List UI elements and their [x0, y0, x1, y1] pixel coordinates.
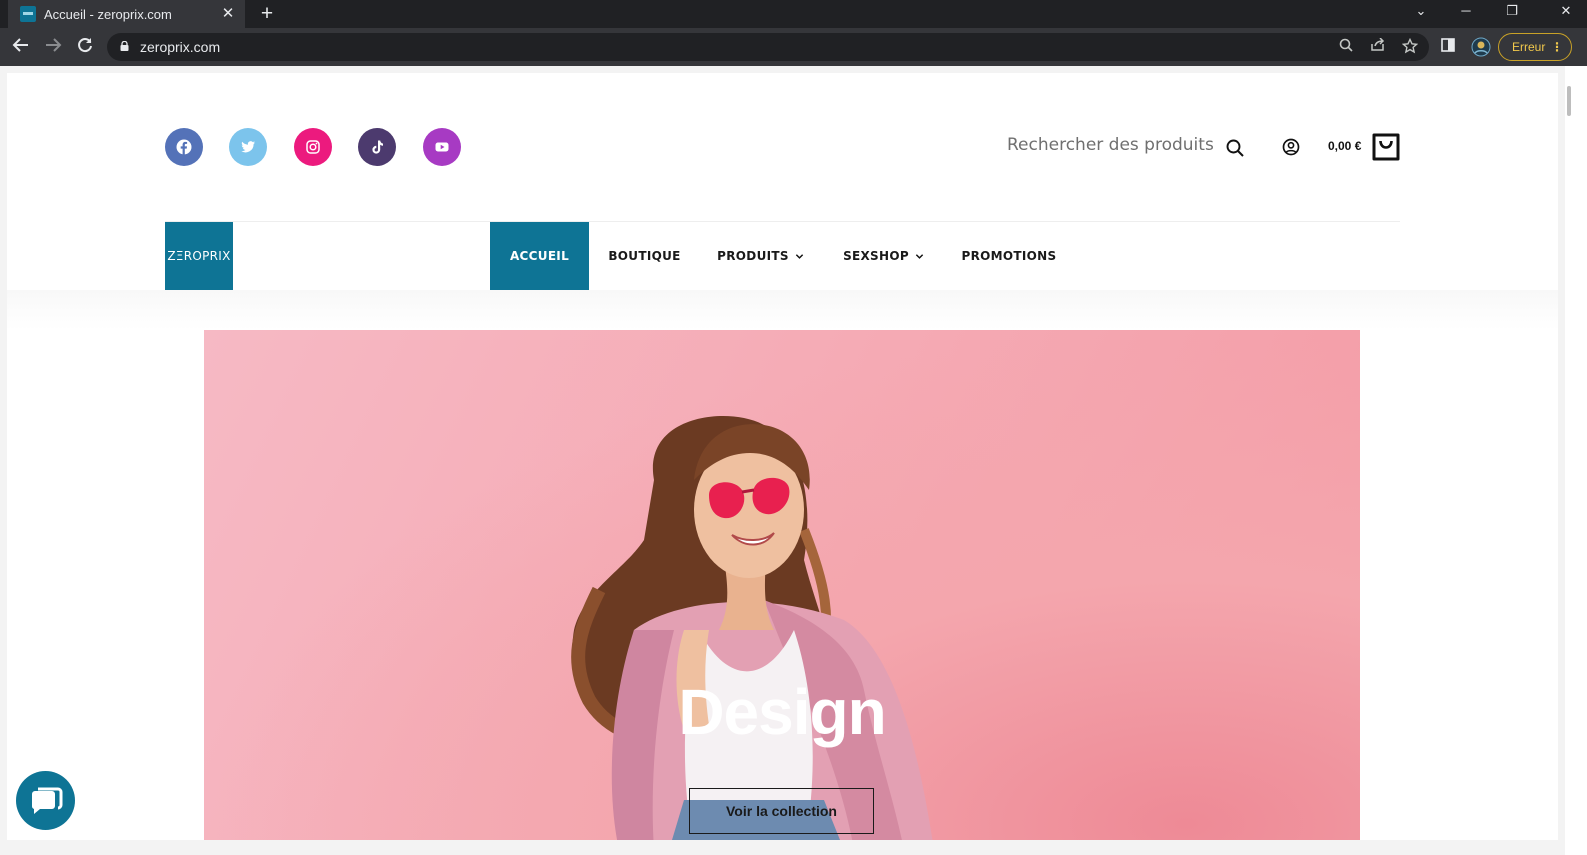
browser-menu-icon[interactable]: ⋮ — [1551, 34, 1563, 60]
menu-item-label: SEXSHOP — [843, 249, 909, 263]
user-account-icon[interactable] — [1281, 137, 1301, 157]
menu-item-produits[interactable]: PRODUITS — [711, 222, 810, 290]
zoom-search-icon[interactable] — [1336, 38, 1356, 56]
menu-item-promotions[interactable]: PROMOTIONS — [953, 222, 1065, 290]
twitter-link[interactable] — [229, 128, 267, 166]
logo-text: ZΞROPRIX — [167, 249, 231, 263]
profile-error-label: Erreur — [1512, 40, 1546, 54]
restore-button[interactable]: ❐ — [1492, 0, 1532, 24]
forward-arrow-icon — [46, 38, 62, 52]
youtube-link[interactable] — [423, 128, 461, 166]
menu-item-sexshop[interactable]: SEXSHOP — [836, 222, 931, 290]
tab-search-chevron-icon[interactable]: ⌄ — [1401, 0, 1441, 24]
menu-item-label: PROMOTIONS — [961, 249, 1057, 263]
url-text: zeroprix.com — [140, 39, 221, 55]
site-favicon-icon — [20, 6, 36, 22]
close-tab-icon[interactable]: ✕ — [219, 5, 237, 23]
hero-title: Design — [678, 676, 886, 748]
product-search-input[interactable]: Rechercher des produits — [1007, 135, 1214, 155]
menu-item-label: BOUTIQUE — [608, 249, 681, 263]
cart-total[interactable]: 0,00 € — [1328, 139, 1361, 153]
chat-bubble-icon — [31, 787, 62, 814]
new-tab-button[interactable]: + — [256, 3, 278, 25]
page-content: Rechercher des produits 0,00 € ZΞROPRIX … — [7, 73, 1558, 840]
instagram-link[interactable] — [294, 128, 332, 166]
facebook-link[interactable] — [165, 128, 203, 166]
share-icon[interactable] — [1368, 37, 1388, 56]
back-button[interactable] — [10, 36, 32, 58]
reload-icon — [78, 38, 92, 53]
lock-icon — [120, 41, 129, 51]
menu-item-label: PRODUITS — [717, 249, 789, 263]
tiktok-icon — [372, 140, 383, 154]
back-arrow-icon — [12, 38, 28, 52]
menu-item-boutique[interactable]: BOUTIQUE — [599, 222, 690, 290]
menu-item-accueil[interactable]: ACCUEIL — [490, 222, 589, 290]
chevron-down-icon — [795, 253, 803, 259]
twitter-icon — [241, 141, 255, 153]
forward-button[interactable] — [42, 36, 64, 58]
close-window-button[interactable]: ✕ — [1545, 0, 1587, 24]
hero-model-image — [571, 415, 933, 840]
bookmark-star-icon[interactable] — [1400, 37, 1420, 56]
page-viewport: Rechercher des produits 0,00 € ZΞROPRIX … — [0, 66, 1587, 855]
shopping-bag-icon[interactable] — [1370, 131, 1402, 163]
page-scrollbar[interactable] — [1565, 66, 1587, 855]
profile-error-button[interactable]: Erreur ⋮ — [1498, 33, 1572, 61]
profile-avatar[interactable] — [1471, 37, 1491, 57]
menu-item-label: ACCUEIL — [509, 249, 570, 263]
site-logo[interactable]: ZΞROPRIX — [165, 222, 233, 290]
tiktok-link[interactable] — [358, 128, 396, 166]
browser-tab[interactable]: Accueil - zeroprix.com ✕ — [8, 0, 245, 28]
side-panel-icon[interactable] — [1438, 37, 1458, 57]
header-shadow — [7, 290, 1558, 330]
tab-title: Accueil - zeroprix.com — [44, 6, 172, 22]
facebook-icon — [176, 139, 192, 155]
view-collection-button[interactable]: Voir la collection — [689, 788, 874, 834]
reload-button[interactable] — [74, 36, 96, 58]
browser-toolbar: zeroprix.com Erreur ⋮ — [0, 28, 1587, 66]
hero-banner: Design Voir la collection — [204, 330, 1360, 840]
live-chat-button[interactable] — [16, 771, 75, 830]
minimize-button[interactable]: ─ — [1446, 0, 1486, 24]
instagram-icon — [306, 140, 320, 154]
browser-titlebar: Accueil - zeroprix.com ✕ + ⌄ ─ ❐ ✕ — [0, 0, 1587, 28]
scrollbar-thumb[interactable] — [1567, 86, 1571, 116]
address-bar[interactable]: zeroprix.com — [107, 33, 1429, 61]
search-icon[interactable] — [1225, 138, 1245, 158]
youtube-icon — [435, 142, 449, 152]
chevron-down-icon — [915, 253, 924, 259]
view-collection-label: Voir la collection — [726, 803, 837, 819]
